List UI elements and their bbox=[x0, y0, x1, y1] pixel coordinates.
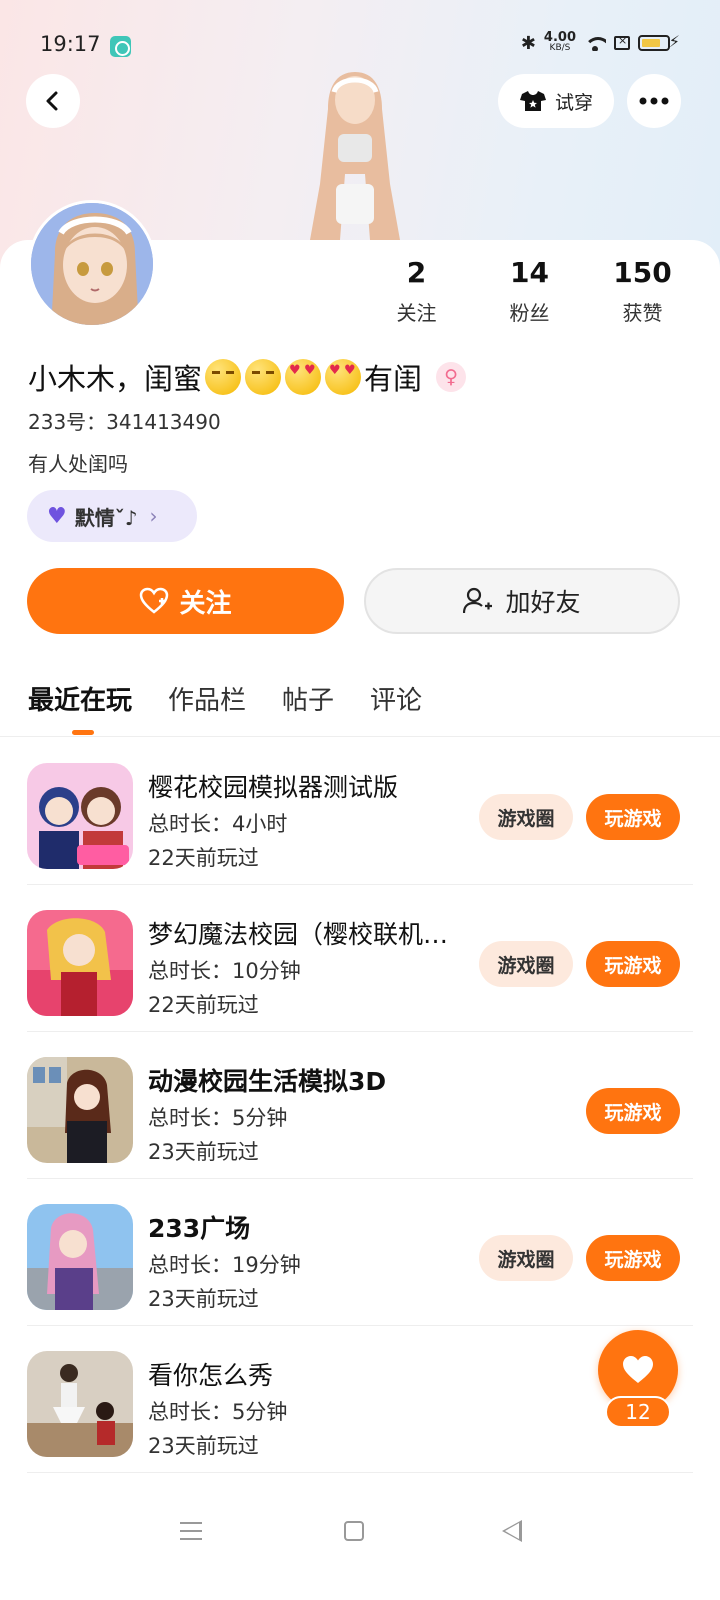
heart-eyes-emoji-icon bbox=[325, 359, 362, 395]
avatar-3d-figure bbox=[310, 72, 400, 240]
game-last-played: 22天前玩过 bbox=[148, 846, 259, 870]
shirt-icon bbox=[519, 91, 546, 111]
heart-icon bbox=[623, 1356, 653, 1383]
game-duration: 总时长：10分钟 bbox=[148, 959, 301, 983]
tab-works[interactable]: 作品栏 bbox=[168, 680, 246, 717]
avatar[interactable] bbox=[28, 200, 156, 328]
stat-fans[interactable]: 14 粉丝 bbox=[473, 256, 586, 326]
status-indicators: ✱ 4.00 KB/S bbox=[520, 30, 670, 54]
charging-icon: ⚡ bbox=[668, 32, 680, 51]
game-duration: 总时长：5分钟 bbox=[148, 1106, 288, 1130]
game-name: 动漫校园生活模拟3D bbox=[148, 1067, 387, 1096]
heart-icon: ♥ bbox=[47, 503, 67, 529]
chat-notification-icon bbox=[110, 36, 131, 57]
play-game-button[interactable]: 玩游戏 bbox=[586, 1235, 680, 1281]
play-game-button[interactable]: 玩游戏 bbox=[586, 1088, 680, 1134]
add-friend-button[interactable]: 加好友 bbox=[364, 568, 680, 634]
play-game-button[interactable]: 玩游戏 bbox=[586, 941, 680, 987]
tab-active-indicator bbox=[72, 730, 94, 735]
nickname: 小木木，闺蜜 有闺 ♀ bbox=[28, 356, 467, 398]
chevron-right-icon: › bbox=[149, 504, 158, 528]
game-icon-anime-school-3d bbox=[27, 1057, 133, 1163]
game-last-played: 23天前玩过 bbox=[148, 1287, 259, 1311]
stat-fans-label: 粉丝 bbox=[509, 301, 550, 325]
stat-likes[interactable]: 150 获赞 bbox=[586, 256, 699, 326]
game-circle-button[interactable]: 游戏圈 bbox=[479, 794, 573, 840]
profile-stats: 2 关注 14 粉丝 150 获赞 bbox=[360, 256, 700, 326]
system-nav-bar bbox=[0, 1500, 720, 1600]
game-row[interactable]: 梦幻魔法校园（樱校联机版） 总时长：10分钟 22天前玩过 游戏圈 玩游戏 bbox=[27, 885, 693, 1032]
game-last-played: 23天前玩过 bbox=[148, 1434, 259, 1458]
game-row[interactable]: 看你怎么秀 总时长：5分钟 23天前玩过 bbox=[27, 1326, 693, 1473]
smirk-emoji-icon bbox=[205, 359, 242, 395]
profile-tabs: 最近在玩 作品栏 帖子 评论 bbox=[28, 680, 422, 717]
game-duration: 总时长：4小时 bbox=[148, 812, 288, 836]
recent-apps-icon[interactable] bbox=[180, 1522, 202, 1540]
heart-plus-icon bbox=[140, 587, 169, 614]
game-last-played: 23天前玩过 bbox=[148, 1140, 259, 1164]
stat-following-label: 关注 bbox=[396, 301, 437, 325]
game-duration: 总时长：19分钟 bbox=[148, 1253, 301, 1277]
game-name: 梦幻魔法校园（樱校联机版） bbox=[148, 920, 463, 949]
user-bio: 有人处闺吗 bbox=[28, 452, 128, 476]
female-icon: ♀ bbox=[436, 362, 467, 392]
back-triangle-icon[interactable] bbox=[502, 1520, 522, 1542]
nickname-text-start: 小木木，闺蜜 bbox=[28, 362, 203, 396]
game-icon-dream-magic-school bbox=[27, 910, 133, 1016]
back-arrow-icon bbox=[46, 91, 58, 111]
home-icon[interactable] bbox=[344, 1521, 364, 1541]
nickname-text-end: 有闺 bbox=[364, 362, 423, 396]
network-speed-value: 4.00 bbox=[543, 30, 576, 45]
avatar-image bbox=[31, 203, 153, 325]
status-bar: 19:17 ✱ 4.00 KB/S ⚡ bbox=[0, 28, 720, 64]
stat-fans-count: 14 bbox=[510, 256, 549, 289]
wifi-icon bbox=[584, 35, 606, 51]
game-icon-233-plaza bbox=[27, 1204, 133, 1310]
try-on-button[interactable]: 试穿 bbox=[498, 74, 614, 128]
stat-following[interactable]: 2 关注 bbox=[360, 256, 473, 326]
stat-likes-count: 150 bbox=[613, 256, 672, 289]
game-row[interactable]: 樱花校园模拟器测试版 总时长：4小时 22天前玩过 游戏圈 玩游戏 bbox=[27, 738, 693, 885]
network-speed: 4.00 KB/S bbox=[543, 30, 576, 54]
game-last-played: 22天前玩过 bbox=[148, 993, 259, 1017]
add-friend-label: 加好友 bbox=[505, 588, 581, 617]
game-circle-button[interactable]: 游戏圈 bbox=[479, 941, 573, 987]
more-icon bbox=[639, 97, 669, 105]
try-on-label: 试穿 bbox=[554, 91, 593, 114]
smirk-emoji-icon bbox=[245, 359, 282, 395]
game-name: 樱花校园模拟器测试版 bbox=[148, 773, 399, 802]
mood-label: 默情ˇ♪ bbox=[74, 505, 138, 530]
game-row[interactable]: 233广场 总时长：19分钟 23天前玩过 游戏圈 玩游戏 bbox=[27, 1179, 693, 1326]
game-duration: 总时长：5分钟 bbox=[148, 1400, 288, 1424]
more-button[interactable] bbox=[627, 74, 681, 128]
game-row[interactable]: 动漫校园生活模拟3D 总时长：5分钟 23天前玩过 玩游戏 bbox=[27, 1032, 693, 1179]
battery-icon bbox=[638, 35, 670, 51]
add-user-icon bbox=[463, 587, 493, 614]
follow-label: 关注 bbox=[179, 588, 232, 619]
play-game-button[interactable]: 玩游戏 bbox=[586, 794, 680, 840]
tab-comments[interactable]: 评论 bbox=[370, 680, 422, 717]
status-time: 19:17 bbox=[40, 32, 101, 56]
no-sim-icon bbox=[614, 34, 630, 50]
like-count: 12 bbox=[605, 1396, 671, 1428]
tabs-divider bbox=[0, 736, 720, 737]
game-icon-sakura-school bbox=[27, 763, 133, 869]
game-name: 233广场 bbox=[148, 1214, 251, 1243]
tab-posts[interactable]: 帖子 bbox=[282, 680, 334, 717]
heart-eyes-emoji-icon bbox=[285, 359, 322, 395]
mood-status-pill[interactable]: ♥ 默情ˇ♪ › bbox=[27, 490, 197, 542]
stat-following-count: 2 bbox=[406, 256, 427, 289]
game-circle-button[interactable]: 游戏圈 bbox=[479, 1235, 573, 1281]
network-speed-unit: KB/S bbox=[549, 43, 571, 53]
bluetooth-icon: ✱ bbox=[520, 32, 536, 54]
game-name: 看你怎么秀 bbox=[148, 1361, 274, 1390]
game-icon-show-off bbox=[27, 1351, 133, 1457]
user-id: 233号：341413490 bbox=[28, 410, 221, 434]
follow-button[interactable]: 关注 bbox=[27, 568, 344, 634]
tab-recently-played[interactable]: 最近在玩 bbox=[28, 680, 132, 717]
stat-likes-label: 获赞 bbox=[622, 301, 663, 325]
back-button[interactable] bbox=[26, 74, 80, 128]
